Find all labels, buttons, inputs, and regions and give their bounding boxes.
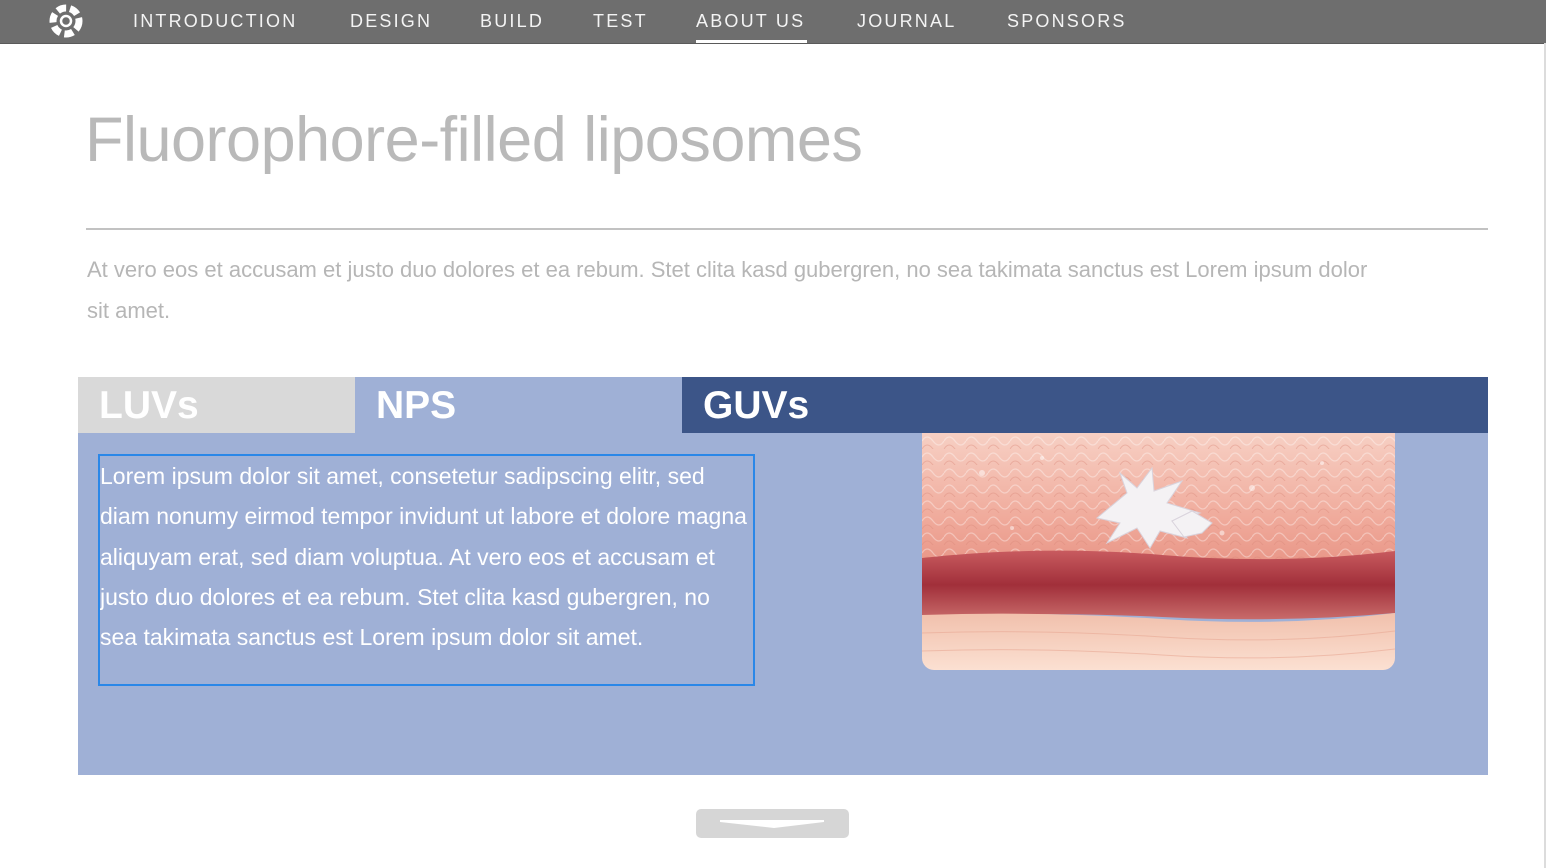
nav-item-test[interactable]: TEST (593, 0, 648, 43)
tab-guvs[interactable]: GUVs (682, 377, 1488, 433)
nav-item-introduction[interactable]: INTRODUCTION (133, 0, 297, 43)
liposome-illustration (922, 433, 1395, 670)
nav-item-journal[interactable]: JOURNAL (857, 0, 956, 43)
tab-content-panel: Lorem ipsum dolor sit amet, consetetur s… (78, 433, 1488, 775)
top-navigation-bar: INTRODUCTION DESIGN BUILD TEST ABOUT US … (0, 0, 1546, 44)
nav-item-sponsors[interactable]: SPONSORS (1007, 0, 1127, 43)
page-title: Fluorophore-filled liposomes (85, 105, 863, 175)
swirl-logo-icon[interactable] (48, 3, 84, 39)
tab-luvs[interactable]: LUVs (78, 377, 355, 433)
tab-nps[interactable]: NPS (355, 377, 682, 433)
scroll-down-button[interactable] (696, 809, 849, 838)
intro-paragraph: At vero eos et accusam et justo duo dolo… (87, 257, 1368, 323)
chevron-down-icon (720, 820, 824, 828)
title-divider (86, 228, 1488, 230)
nav-item-build[interactable]: BUILD (480, 0, 544, 43)
nav-item-design[interactable]: DESIGN (350, 0, 432, 43)
panel-text-box[interactable]: Lorem ipsum dolor sit amet, consetetur s… (98, 454, 755, 686)
tissue-image (922, 433, 1395, 670)
nav-item-about-us[interactable]: ABOUT US (696, 0, 808, 43)
